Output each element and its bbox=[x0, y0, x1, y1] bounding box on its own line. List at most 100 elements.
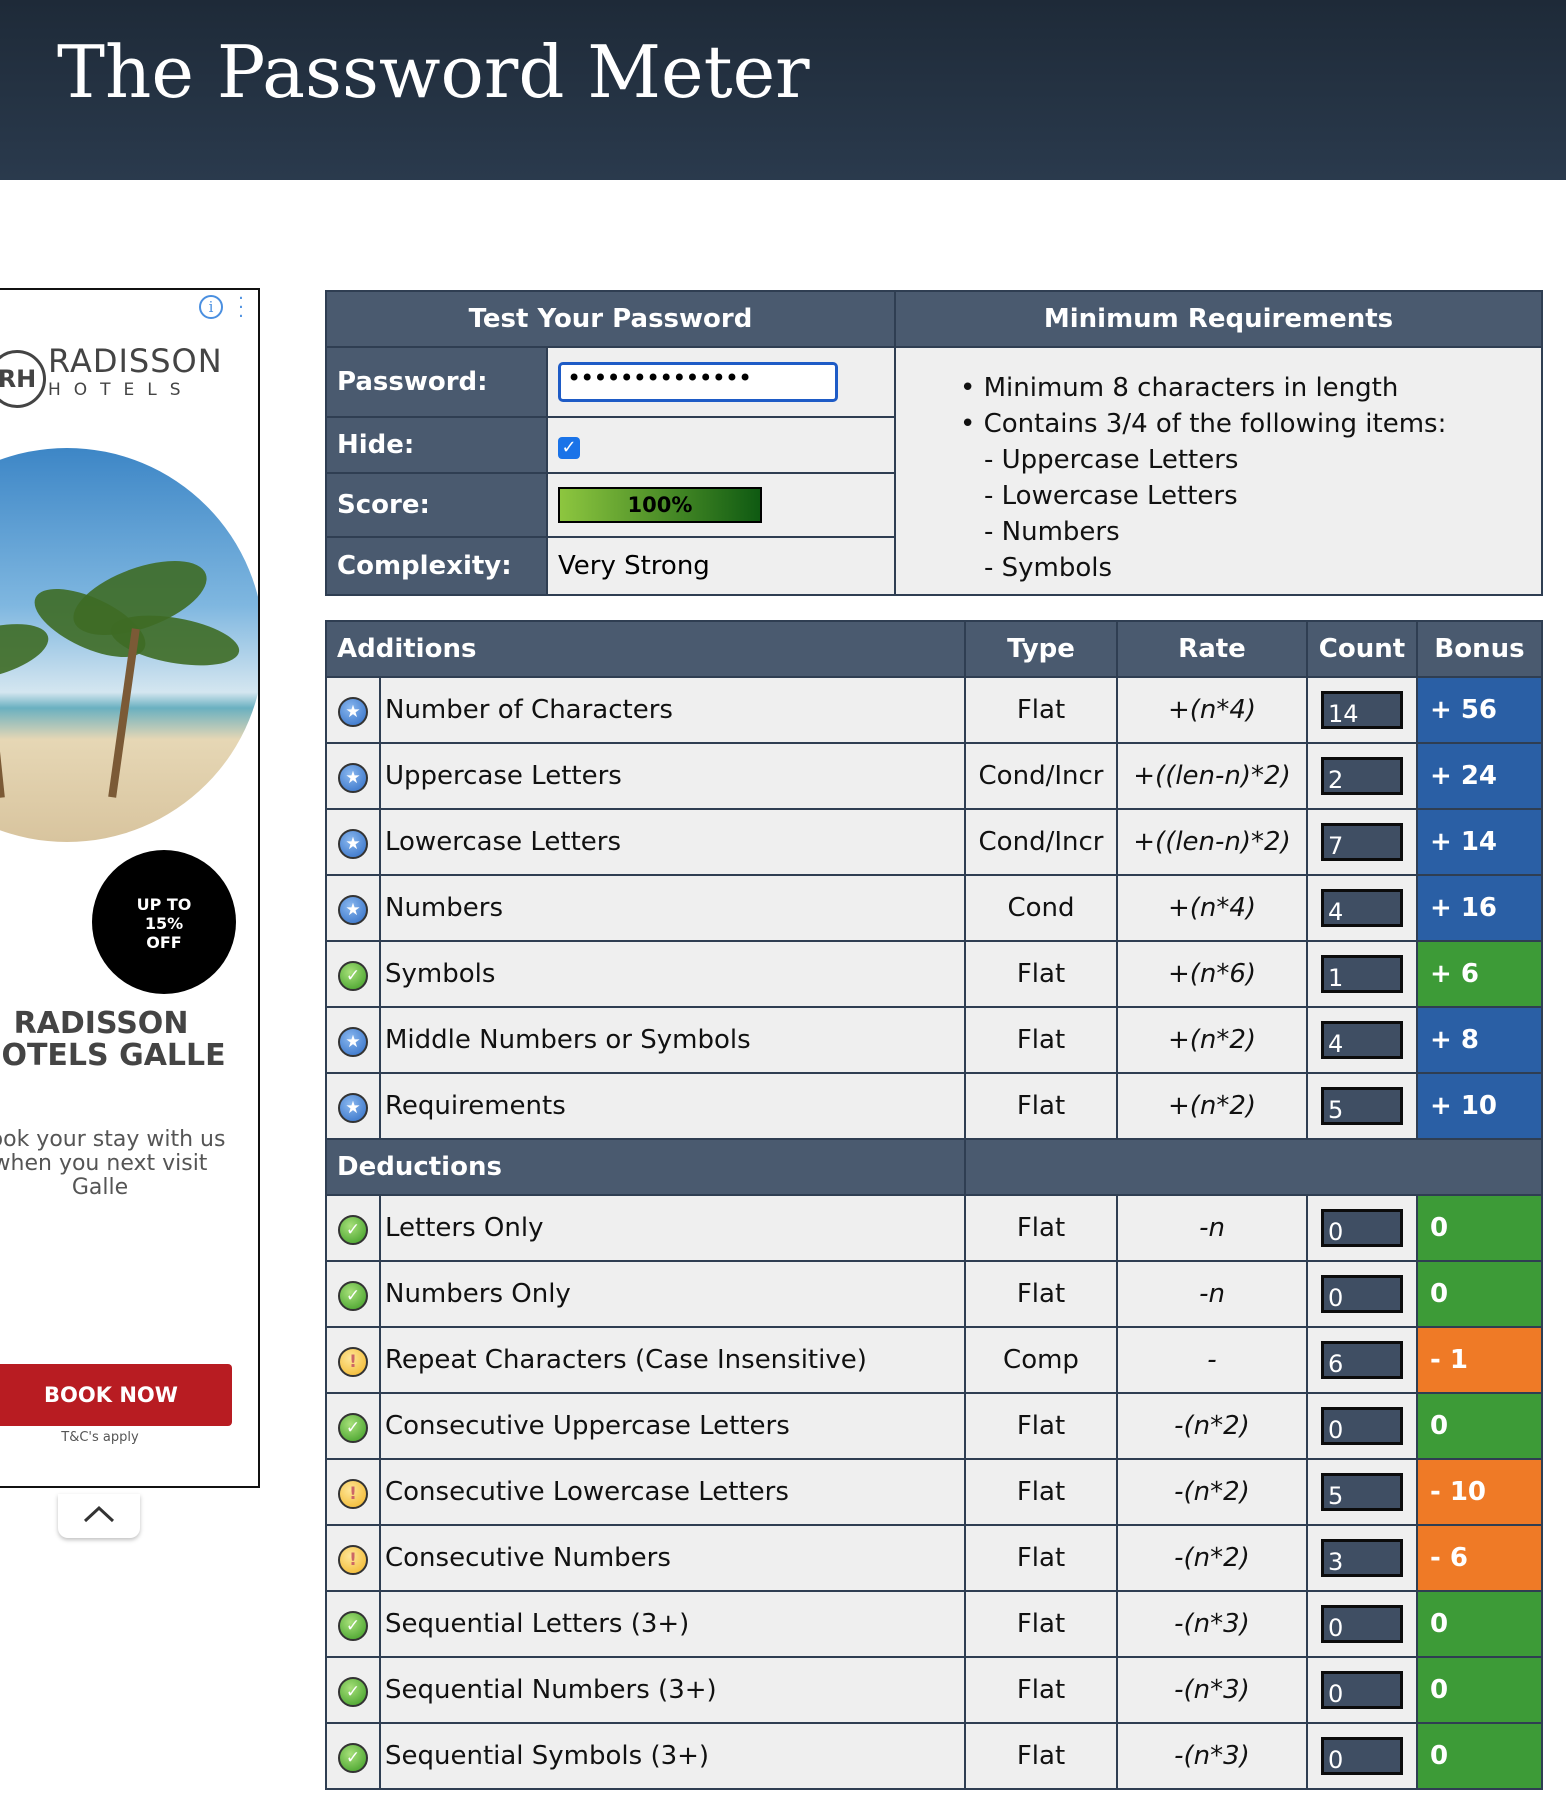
row-count: 7 bbox=[1321, 823, 1403, 861]
star-icon: ★ bbox=[338, 762, 368, 793]
deductions-heading: Deductions bbox=[325, 1138, 966, 1196]
table-row: ✓ Letters Only Flat -n 0 0 bbox=[325, 1194, 1543, 1262]
row-type: Cond/Incr bbox=[964, 808, 1118, 876]
brand-logo: RH bbox=[0, 350, 46, 408]
chevron-up-icon bbox=[83, 1505, 115, 1523]
row-bonus: 0 bbox=[1416, 1590, 1543, 1658]
row-count: 0 bbox=[1321, 1737, 1403, 1775]
collapse-ad-button[interactable] bbox=[58, 1494, 140, 1538]
row-name: Sequential Numbers (3+) bbox=[379, 1656, 966, 1724]
row-bonus: - 1 bbox=[1416, 1326, 1543, 1394]
table-row: ★ Uppercase Letters Cond/Incr +((len-n)*2) 2… bbox=[325, 742, 1543, 810]
row-rate: +(n*2) bbox=[1116, 1072, 1308, 1140]
brand-subname: HOTELS bbox=[48, 380, 194, 400]
row-rate: +(n*4) bbox=[1116, 874, 1308, 942]
row-name: Uppercase Letters bbox=[379, 742, 966, 810]
row-name: Middle Numbers or Symbols bbox=[379, 1006, 966, 1074]
check-icon: ✓ bbox=[338, 1742, 368, 1773]
row-count: 14 bbox=[1321, 691, 1403, 729]
row-count: 5 bbox=[1321, 1473, 1403, 1511]
hide-checkbox[interactable]: ✓ bbox=[558, 437, 580, 459]
row-count: 0 bbox=[1321, 1407, 1403, 1445]
table-row: ★ Numbers Cond +(n*4) 4 + 16 bbox=[325, 874, 1543, 942]
terms-text: T&C's apply bbox=[61, 1430, 139, 1445]
row-count: 0 bbox=[1321, 1605, 1403, 1643]
requirements-heading: Minimum Requirements bbox=[894, 290, 1543, 348]
row-type: Flat bbox=[964, 1458, 1118, 1526]
test-heading: Test Your Password bbox=[325, 290, 896, 348]
warning-icon: ! bbox=[338, 1478, 368, 1509]
rate-header: Rate bbox=[1116, 620, 1308, 678]
row-type: Flat bbox=[964, 1590, 1118, 1658]
row-bonus: + 8 bbox=[1416, 1006, 1543, 1074]
page-title: The Password Meter bbox=[57, 30, 810, 114]
table-row: ★ Number of Characters Flat +(n*4) 14 + 56 bbox=[325, 676, 1543, 744]
row-type: Cond/Incr bbox=[964, 742, 1118, 810]
row-count: 4 bbox=[1321, 1021, 1403, 1059]
row-bonus: - 6 bbox=[1416, 1524, 1543, 1592]
row-name: Sequential Symbols (3+) bbox=[379, 1722, 966, 1790]
row-type: Comp bbox=[964, 1326, 1118, 1394]
row-count: 4 bbox=[1321, 889, 1403, 927]
row-type: Flat bbox=[964, 1260, 1118, 1328]
deductions-header-row: Deductions bbox=[325, 1138, 1543, 1196]
row-rate: -(n*2) bbox=[1116, 1458, 1308, 1526]
row-name: Numbers Only bbox=[379, 1260, 966, 1328]
row-count: 3 bbox=[1321, 1539, 1403, 1577]
ad-title: RADISSON HOTELS GALLE bbox=[0, 1006, 226, 1073]
table-row: ✓ Sequential Letters (3+) Flat -(n*3) 0 0 bbox=[325, 1590, 1543, 1658]
beach-image bbox=[0, 448, 258, 842]
row-name: Consecutive Lowercase Letters bbox=[379, 1458, 966, 1526]
brand-name: RADISSON bbox=[48, 342, 223, 380]
check-icon: ✓ bbox=[338, 1412, 368, 1443]
book-now-button[interactable]: BOOK NOW bbox=[0, 1364, 232, 1426]
row-rate: -(n*3) bbox=[1116, 1656, 1308, 1724]
table-row: ! Consecutive Lowercase Letters Flat -(n*2)… bbox=[325, 1458, 1543, 1526]
row-name: Requirements bbox=[379, 1072, 966, 1140]
password-label: Password: bbox=[325, 346, 548, 418]
row-rate: - bbox=[1116, 1326, 1308, 1394]
info-icon[interactable]: i bbox=[199, 295, 223, 319]
row-bonus: + 24 bbox=[1416, 742, 1543, 810]
row-rate: +(n*6) bbox=[1116, 940, 1308, 1008]
check-icon: ✓ bbox=[338, 1280, 368, 1311]
check-icon: ✓ bbox=[338, 1676, 368, 1707]
additions-heading: Additions bbox=[325, 620, 966, 678]
type-header: Type bbox=[964, 620, 1118, 678]
star-icon: ★ bbox=[338, 828, 368, 859]
row-bonus: 0 bbox=[1416, 1260, 1543, 1328]
row-rate: +((len-n)*2) bbox=[1116, 742, 1308, 810]
table-row: ✓ Symbols Flat +(n*6) 1 + 6 bbox=[325, 940, 1543, 1008]
row-bonus: - 10 bbox=[1416, 1458, 1543, 1526]
row-count: 0 bbox=[1321, 1671, 1403, 1709]
hotel-advertisement[interactable]: i · · · RH RADISSON HOTELS UP TO 15% OFF R… bbox=[0, 288, 260, 1488]
additions-header-row: Additions Type Rate Count Bonus bbox=[325, 620, 1543, 678]
row-type: Cond bbox=[964, 874, 1118, 942]
requirements-list: • Minimum 8 characters in length • Conta… bbox=[894, 346, 1543, 596]
row-type: Flat bbox=[964, 1194, 1118, 1262]
row-bonus: 0 bbox=[1416, 1722, 1543, 1790]
password-input[interactable]: •••••••••••••• bbox=[558, 362, 838, 402]
score-label: Score: bbox=[325, 472, 548, 538]
star-icon: ★ bbox=[338, 894, 368, 925]
row-bonus: + 6 bbox=[1416, 940, 1543, 1008]
complexity-value: Very Strong bbox=[546, 536, 896, 596]
check-icon: ✓ bbox=[338, 960, 368, 991]
row-rate: -(n*3) bbox=[1116, 1590, 1308, 1658]
row-name: Repeat Characters (Case Insensitive) bbox=[379, 1326, 966, 1394]
star-icon: ★ bbox=[338, 1092, 368, 1123]
row-rate: -(n*2) bbox=[1116, 1524, 1308, 1592]
row-name: Number of Characters bbox=[379, 676, 966, 744]
complexity-label: Complexity: bbox=[325, 536, 548, 596]
check-icon: ✓ bbox=[338, 1610, 368, 1641]
row-type: Flat bbox=[964, 1656, 1118, 1724]
row-count: 0 bbox=[1321, 1275, 1403, 1313]
score-breakdown-table: Additions Type Rate Count Bonus ★ Number of Ch… bbox=[325, 620, 1543, 1790]
more-vertical-icon[interactable]: · · · bbox=[236, 290, 246, 326]
warning-icon: ! bbox=[338, 1544, 368, 1575]
row-bonus: 0 bbox=[1416, 1194, 1543, 1262]
row-type: Flat bbox=[964, 1006, 1118, 1074]
row-type: Flat bbox=[964, 940, 1118, 1008]
row-count: 2 bbox=[1321, 757, 1403, 795]
table-row: ★ Requirements Flat +(n*2) 5 + 10 bbox=[325, 1072, 1543, 1140]
